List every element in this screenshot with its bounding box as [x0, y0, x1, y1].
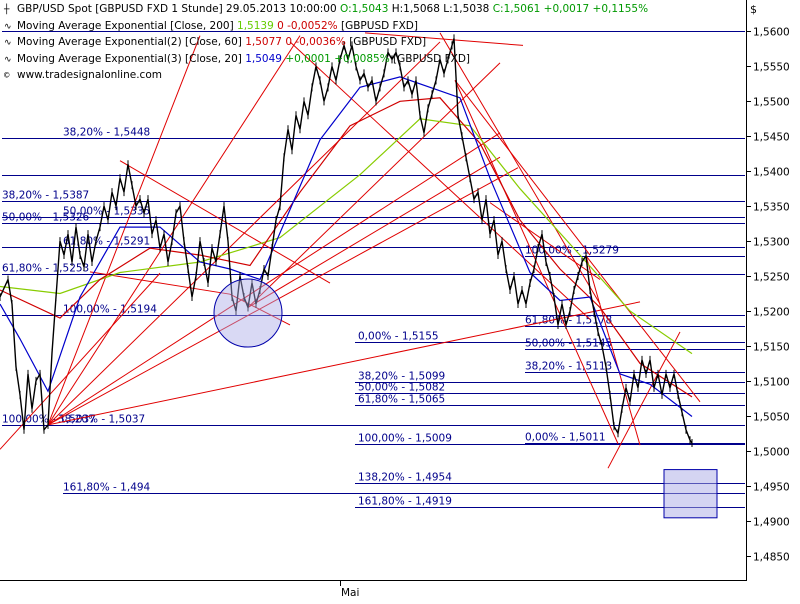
y-tick-label: 1,5600 — [753, 27, 790, 39]
y-tick-label: 1,4950 — [753, 482, 790, 494]
fib-label: 161,80% - 1,494 — [63, 482, 151, 494]
fib-label: 38,20% - 1,5037 — [58, 414, 145, 426]
fib-label: 50,00% - 1,5082 — [358, 382, 445, 394]
y-tick-label: 1,4850 — [753, 552, 790, 564]
fib-label: 50,00% - 1,5145 — [525, 338, 612, 350]
trend-line — [47, 35, 201, 426]
trend-line — [247, 62, 501, 308]
legend-ema20-label: Moving Average Exponential(3) [Close, 20… — [17, 52, 242, 65]
trend-line — [454, 80, 619, 444]
y-tick-label: 1,5250 — [753, 272, 790, 284]
legend-ema20-row: ∿ Moving Average Exponential(3) [Close, 2… — [4, 52, 648, 69]
indicator-line-icon: ∿ — [4, 21, 12, 32]
fib-layer: 100,00% - 1,503738,20% - 1,5037100,00% -… — [2, 31, 745, 508]
legend-high-low: H:1,5068 L:1,5038 — [391, 3, 490, 15]
fib-label: 138,20% - 1,4954 — [358, 472, 452, 484]
currency-label: $ — [750, 3, 757, 16]
indicator-line-icon: ∿ — [4, 38, 12, 48]
x-tick-label: Mai — [341, 587, 359, 599]
legend-ema60-row: ∿ Moving Average Exponential(2) [Close, 6… — [4, 35, 648, 52]
y-tick-label: 1,5300 — [753, 237, 790, 249]
y-tick-label: 1,5050 — [753, 412, 790, 424]
fib-label: 38,20% - 1,5113 — [525, 361, 612, 373]
trend-line — [454, 80, 591, 256]
indicator-line-icon: ∿ — [4, 54, 12, 65]
legend-ema60-change: 0 -0,0036% — [285, 36, 346, 48]
y-tick-label: 1,5100 — [753, 377, 790, 389]
legend-ema60-symbol: [GBPUSD FXD] — [349, 36, 427, 48]
fib-label: 38,20% - 1,5387 — [2, 190, 89, 202]
y-tick-label: 1,5500 — [753, 97, 790, 109]
legend-ema200-value: 1,5139 — [237, 19, 274, 32]
copyright-icon: © — [4, 71, 10, 81]
chart-svg: 100,00% - 1,503738,20% - 1,5037100,00% -… — [0, 0, 790, 599]
candlestick-icon: ┼ — [4, 5, 10, 15]
trend-line — [607, 331, 681, 469]
legend-change: +0,0017 +0,1155% — [543, 3, 649, 15]
fib-label: 61,80% - 1,5253 — [2, 263, 89, 275]
fib-label: 61,80% - 1,5291 — [63, 236, 150, 248]
y-tick-label: 1,5450 — [753, 132, 790, 144]
legend-source-row: © www.tradesignalonline.com — [4, 68, 648, 85]
legend-source: www.tradesignalonline.com — [17, 69, 162, 81]
legend-open: O:1,5043 — [340, 3, 389, 15]
y-tick-label: 1,4900 — [753, 517, 790, 529]
y-tick-label: 1,5000 — [753, 447, 790, 459]
chart-legend: ┼ GBP/USD Spot [GBPUSD FXD 1 Stunde] 29.0… — [4, 2, 648, 85]
legend-close: C:1,5061 — [492, 3, 541, 15]
fib-label: 100,00% - 1,5009 — [358, 433, 452, 445]
legend-symbol: GBP/USD Spot [GBPUSD FXD 1 Stunde] 29.05… — [17, 3, 337, 15]
legend-ema200-symbol: [GBPUSD FXD] — [340, 19, 418, 32]
legend-ema20-symbol: [GBPUSD FXD] — [393, 52, 471, 65]
fib-label: 61,80% - 1,5065 — [358, 394, 445, 406]
legend-ema200-label: Moving Average Exponential [Close, 200] — [17, 19, 234, 32]
y-tick-label: 1,5350 — [753, 202, 790, 214]
y-tick-label: 1,5550 — [753, 62, 790, 74]
chart-root: 100,00% - 1,5037 38,20% - 1,5037 100,00% -… — [0, 0, 800, 600]
target-box — [663, 469, 718, 519]
fib-label: 0,00% - 1,5011 — [525, 432, 606, 444]
legend-ema60-value: 1,5077 — [245, 36, 282, 48]
legend-ema200-change: 0 -0,0052% — [277, 19, 338, 32]
y-tick-label: 1,5150 — [753, 342, 790, 354]
legend-symbol-row: ┼ GBP/USD Spot [GBPUSD FXD 1 Stunde] 29.0… — [4, 2, 648, 19]
y-tick-label: 1,5400 — [753, 167, 790, 179]
highlight-circle — [213, 278, 283, 348]
legend-ema20-value: 1,5049 — [245, 52, 282, 65]
trend-line — [585, 255, 701, 403]
legend-ema200-row: ∿ Moving Average Exponential [Close, 200]… — [4, 19, 648, 36]
legend-ema20-change: +0,0001 +0,0085% — [285, 52, 390, 65]
y-tick-label: 1,5200 — [753, 307, 790, 319]
fib-label: 38,20% - 1,5448 — [63, 127, 150, 139]
shape-layer — [213, 278, 718, 519]
fib-label: 0,00% - 1,5155 — [358, 331, 439, 343]
fib-label: 161,80% - 1,4919 — [358, 496, 452, 508]
legend-ema60-label: Moving Average Exponential(2) [Close, 60… — [17, 36, 242, 48]
